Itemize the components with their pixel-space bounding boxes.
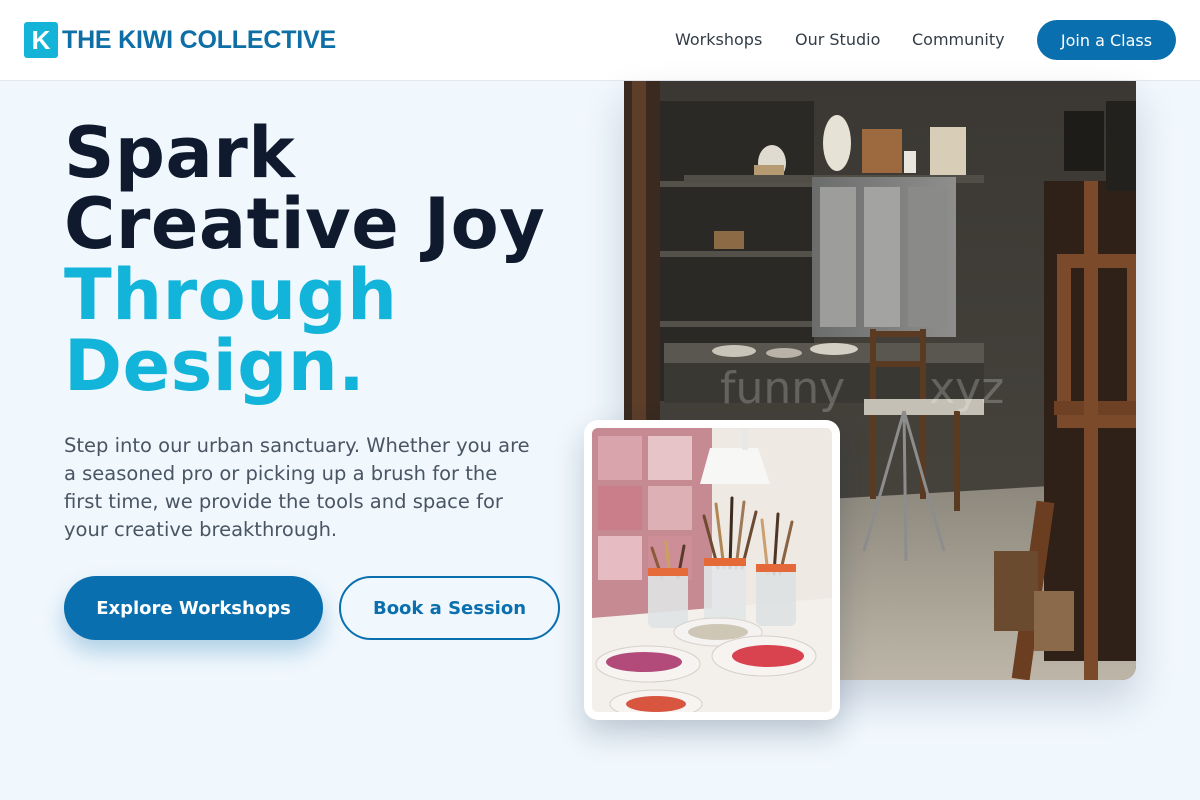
book-session-button[interactable]: Book a Session: [339, 576, 560, 640]
nav-link-workshops[interactable]: Workshops: [675, 29, 762, 51]
nav-link-our-studio[interactable]: Our Studio: [795, 29, 880, 51]
headline-line-2: Creative Joy: [64, 183, 546, 265]
headline-line-1: Spark: [64, 112, 296, 194]
nav-link-community[interactable]: Community: [912, 29, 1005, 51]
brushes-scene-illustration: [592, 428, 832, 712]
headline-line-3: Through: [64, 254, 398, 336]
brushes-photo-card: [584, 420, 840, 720]
hero-headline: Spark Creative Joy Through Design.: [64, 118, 545, 402]
explore-workshops-button[interactable]: Explore Workshops: [64, 576, 323, 640]
paint-brushes-jars-photo: [592, 428, 832, 712]
main-nav: Workshops Our Studio Community: [0, 29, 1200, 51]
headline-line-4: Design.: [64, 325, 366, 407]
join-class-button[interactable]: Join a Class: [1037, 20, 1176, 60]
site-header: K THE KIWI COLLECTIVE Workshops Our Stud…: [0, 0, 1200, 81]
hero-description: Step into our urban sanctuary. Whether y…: [64, 434, 530, 541]
